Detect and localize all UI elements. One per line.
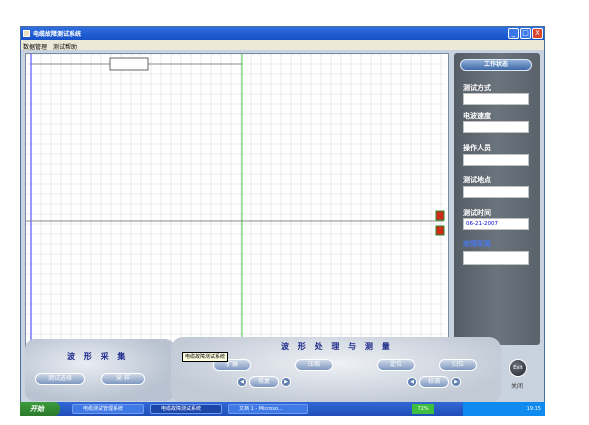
application-window: 电缆故障测试系统 _ □ X 数据管理 测试帮助 工作状态 测试方式 电波速度 … [20,26,545,416]
task-word-document[interactable]: 文档 1 - Microso... [228,404,308,414]
minimize-button[interactable]: _ [508,28,519,39]
sampling-panel: 波 形 采 集 测试选择 采 样 [25,339,175,401]
zoom-indicator: 72% [412,404,434,414]
field-operator[interactable] [463,154,529,166]
close-label: 关闭 [511,383,524,390]
app-icon [23,30,30,37]
waveform-display[interactable] [25,53,449,361]
window-title: 电缆故障测试系统 [33,31,82,38]
label-fault-distance: 故障距离 [463,239,491,248]
taskbar: 开始 电缆测试管理系统 电缆故障测试系统 文档 1 - Microso... 7… [20,402,545,416]
reset-button[interactable]: 归位 [439,359,477,371]
restore-left-arrow-icon[interactable]: ◀ [237,377,247,387]
adjust-right-arrow-icon[interactable]: ▶ [451,377,461,387]
adjust-left-arrow-icon[interactable]: ◀ [407,377,417,387]
exit-button[interactable]: Exit [509,359,527,377]
window-marker-box [109,57,149,71]
close-button[interactable]: X [532,28,543,39]
adjust-button[interactable]: 校调 [419,376,449,388]
label-test-location: 测试地点 [463,175,491,184]
maximize-button[interactable]: □ [520,28,531,39]
label-operator: 操作人员 [463,143,491,152]
upper-marker [435,210,445,221]
field-wave-speed[interactable] [463,121,529,133]
system-tray: 19:15 [463,402,545,416]
field-test-location[interactable] [463,186,529,198]
restore-right-arrow-icon[interactable]: ▶ [281,377,291,387]
title-bar[interactable]: 电缆故障测试系统 _ □ X [21,27,544,40]
menu-item-test-help[interactable]: 测试帮助 [53,42,77,51]
sampling-heading: 波 形 采 集 [67,351,129,361]
menu-bar: 数据管理 测试帮助 [21,40,544,51]
processing-heading: 波 形 处 理 与 测 量 [281,341,393,351]
menu-item-data-management[interactable]: 数据管理 [23,42,47,51]
start-button[interactable]: 开始 [20,402,60,416]
field-fault-distance[interactable] [463,251,529,265]
field-test-mode[interactable] [463,93,529,105]
task-cable-fault-test[interactable]: 电缆故障测试系统 [150,404,222,414]
status-button[interactable]: 工作状态 [460,59,532,71]
task-cable-management[interactable]: 电缆测试管理系统 [72,404,144,414]
exit-icon: Exit [513,365,523,371]
clock: 19:15 [526,406,541,412]
test-select-button[interactable]: 测试选择 [35,373,85,385]
sample-button[interactable]: 采 样 [101,373,145,385]
label-wave-speed: 电波速度 [463,111,491,120]
label-test-time: 测试时间 [463,208,491,217]
lower-marker [435,225,445,236]
control-area: 波 形 采 集 测试选择 采 样 波 形 处 理 与 测 量 扩展 压缩 定位 … [21,337,544,405]
tooltip: 电缆故障测试系统 [182,352,229,362]
label-test-mode: 测试方式 [463,83,491,92]
processing-panel: 波 形 处 理 与 测 量 扩展 压缩 定位 归位 ◀ 恢复 ▶ ◀ 校调 ▶ [171,337,501,403]
locate-button[interactable]: 定位 [377,359,415,371]
grid-lines [26,54,444,360]
waveform-grid [26,54,445,360]
info-panel: 工作状态 测试方式 电波速度 操作人员 测试地点 测试时间 06-21-2007… [454,53,540,345]
compress-button[interactable]: 压缩 [295,359,333,371]
restore-button[interactable]: 恢复 [249,376,279,388]
field-test-time[interactable]: 06-21-2007 [463,218,529,230]
